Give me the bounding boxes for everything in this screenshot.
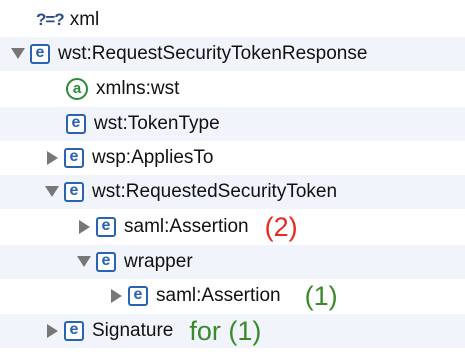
tree-node-label: saml:Assertion (124, 216, 249, 237)
attribute-icon: a (66, 78, 88, 100)
processing-instruction-icon: ?=? (36, 10, 65, 29)
tree-row-signature[interactable]: e Signature for (1) (0, 314, 465, 348)
element-icon: e (30, 44, 50, 64)
tree-row-xmlns-wst[interactable]: a xmlns:wst (0, 72, 465, 106)
tree-node-label: saml:Assertion (156, 285, 281, 306)
element-icon: e (64, 182, 84, 202)
tree-row-xml-declaration[interactable]: ?=? xml (0, 3, 465, 37)
collapsed-triangle-icon[interactable] (40, 141, 64, 175)
tree-row-applies-to[interactable]: e wsp:AppliesTo (0, 141, 465, 175)
element-icon: e (96, 217, 116, 237)
tree-node-label: wst:TokenType (94, 113, 220, 134)
annotation-note-green: (1) (304, 280, 338, 311)
tree-node-label: xmlns:wst (96, 78, 180, 99)
collapsed-triangle-icon[interactable] (72, 210, 96, 244)
tree-node-label: xml (69, 9, 100, 30)
tree-node-label: wst:RequestedSecurityToken (92, 181, 338, 202)
collapsed-triangle-icon[interactable] (104, 279, 128, 313)
element-icon: e (64, 321, 84, 341)
element-icon: e (96, 252, 116, 272)
tree-node-label: wrapper (124, 251, 193, 272)
expanded-triangle-icon[interactable] (6, 37, 30, 71)
expanded-triangle-icon[interactable] (40, 175, 64, 209)
tree-node-label: Signature (92, 320, 174, 341)
tree-row-request-security-token-response[interactable]: e wst:RequestSecurityTokenResponse (0, 37, 465, 71)
tree-row-saml-assertion-2[interactable]: e saml:Assertion (2) (0, 210, 465, 244)
annotation-note-red: (2) (264, 211, 298, 242)
collapsed-triangle-icon[interactable] (40, 314, 64, 348)
element-icon: e (66, 114, 86, 134)
tree-node-label: wst:RequestSecurityTokenResponse (58, 43, 368, 64)
element-icon: e (128, 286, 148, 306)
tree-row-token-type[interactable]: e wst:TokenType (0, 107, 465, 141)
annotation-note-green: for (1) (189, 315, 262, 346)
element-icon: e (64, 148, 84, 168)
tree-row-wrapper[interactable]: e wrapper (0, 245, 465, 279)
tree-row-saml-assertion-1[interactable]: e saml:Assertion (1) (0, 279, 465, 313)
tree-node-label: wsp:AppliesTo (92, 147, 214, 168)
tree-row-requested-security-token[interactable]: e wst:RequestedSecurityToken (0, 175, 465, 209)
xml-outline-tree: ?=? xml e wst:RequestSecurityTokenRespon… (0, 0, 465, 356)
expanded-triangle-icon[interactable] (72, 245, 96, 279)
